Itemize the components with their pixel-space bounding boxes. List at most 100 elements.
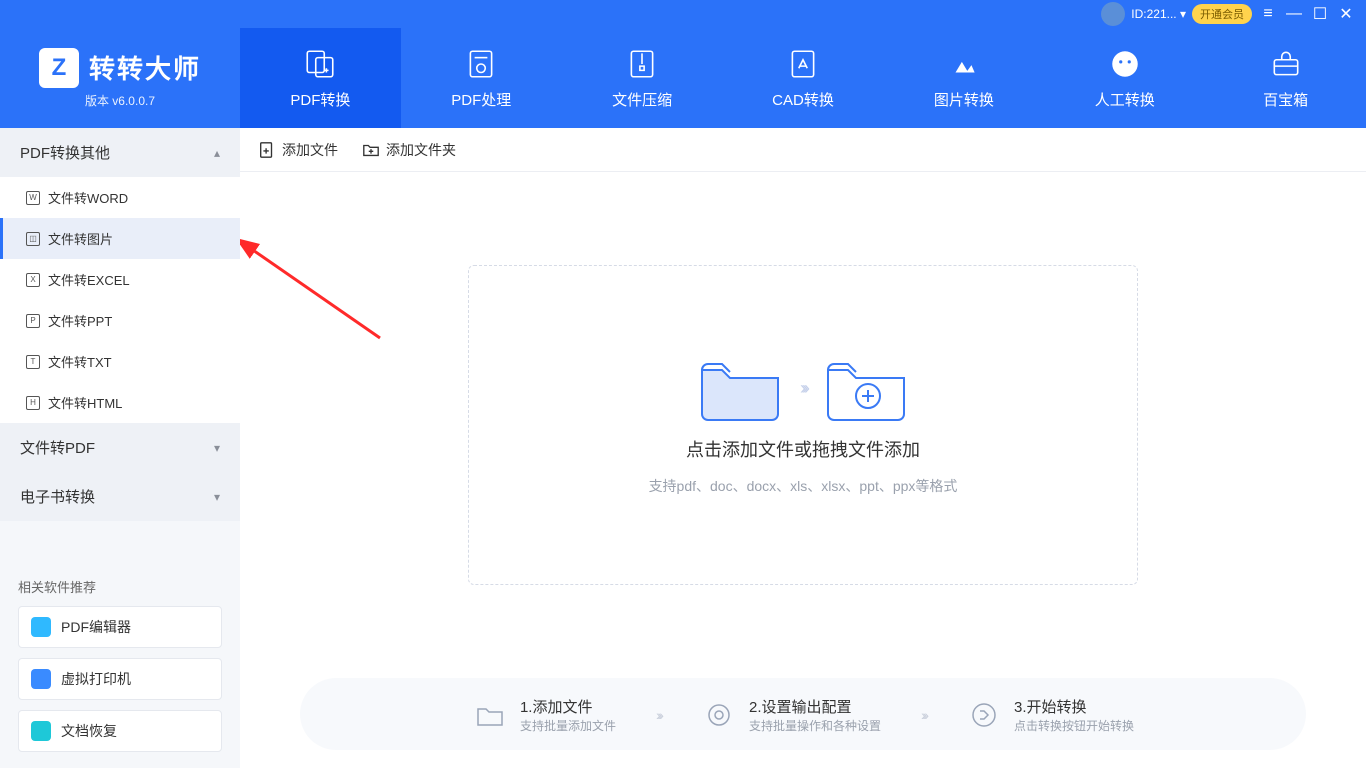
promo-label: 虚拟打印机 [61,669,131,689]
drop-sub-text: 支持pdf、doc、docx、xls、xlsx、ppt、ppx等格式 [649,476,958,496]
nav-manual[interactable]: 人工转换 [1044,28,1205,128]
drop-main-text: 点击添加文件或拖拽文件添加 [686,436,920,462]
html-icon: H [26,396,40,410]
promo-title: 相关软件推荐 [18,577,222,596]
step-title: 1.添加文件 [520,696,616,717]
sidebar-item-label: 文件转图片 [48,229,113,248]
top-nav: PDF转换 PDF处理 文件压缩 CAD转换 图片转换 人工转换 百宝箱 [240,28,1366,128]
step-title: 2.设置输出配置 [749,696,881,717]
nav-pdf-process[interactable]: PDF处理 [401,28,562,128]
add-folder-icon [362,141,380,159]
button-label: 添加文件 [282,140,338,160]
arrows-icon: ››› [800,378,806,399]
maximize-button[interactable]: ☐ [1310,4,1330,24]
sidebar-item-html[interactable]: H 文件转HTML [0,382,240,423]
toolbox-icon [1269,47,1303,81]
close-button[interactable]: ✕ [1336,4,1356,24]
nav-compress[interactable]: 文件压缩 [562,28,723,128]
app-title: 转转大师 [89,49,201,86]
steps-bar: 1.添加文件支持批量添加文件 ››› 2.设置输出配置支持批量操作和各种设置 ›… [300,678,1306,750]
image-file-icon: ◫ [26,232,40,246]
promo-area: 相关软件推荐 PDF编辑器 虚拟打印机 文档恢复 [0,565,240,768]
sidebar-item-label: 文件转WORD [48,188,128,207]
nav-label: CAD转换 [772,89,834,110]
folder-icon [698,354,782,422]
folder-add-icon [824,354,908,422]
promo-pdf-editor[interactable]: PDF编辑器 [18,606,222,648]
sidebar-item-ppt[interactable]: P 文件转PPT [0,300,240,341]
chevron-down-icon: ▾ [214,441,220,455]
section-title: 文件转PDF [20,437,95,458]
nav-cad[interactable]: CAD转换 [723,28,884,128]
promo-label: 文档恢复 [61,721,117,741]
step-convert-icon [966,697,1002,733]
section-pdf-to-other[interactable]: PDF转换其他 ▴ [0,128,240,177]
sidebar-item-txt[interactable]: T 文件转TXT [0,341,240,382]
pdf-convert-icon [303,47,337,81]
nav-pdf-convert[interactable]: PDF转换 [240,28,401,128]
txt-icon: T [26,355,40,369]
nav-label: 人工转换 [1095,89,1155,110]
nav-image[interactable]: 图片转换 [883,28,1044,128]
button-label: 添加文件夹 [386,140,456,160]
printer-icon [31,669,51,689]
excel-icon: X [26,273,40,287]
image-icon [947,47,981,81]
compress-icon [625,47,659,81]
ppt-icon: P [26,314,40,328]
step-3: 3.开始转换点击转换按钮开始转换 [966,696,1134,734]
version-label: 版本 v6.0.0.7 [85,92,155,109]
sidebar-item-label: 文件转PPT [48,311,112,330]
add-file-button[interactable]: 添加文件 [258,140,338,160]
word-icon: W [26,191,40,205]
nav-label: PDF转换 [290,89,350,110]
sidebar: PDF转换其他 ▴ W 文件转WORD ◫ 文件转图片 X 文件转EXCEL P 文件转… [0,128,240,768]
chevron-down-icon: ▾ [214,490,220,504]
section-ebook[interactable]: 电子书转换 ▾ [0,472,240,521]
chevron-up-icon: ▴ [214,146,220,160]
sidebar-item-label: 文件转TXT [48,352,112,371]
section-to-pdf[interactable]: 文件转PDF ▾ [0,423,240,472]
sidebar-item-label: 文件转HTML [48,393,122,412]
minimize-button[interactable]: — [1284,5,1304,23]
pdf-editor-icon [31,617,51,637]
header: Z 转转大师 版本 v6.0.0.7 PDF转换 PDF处理 文件压缩 CAD转… [0,28,1366,128]
promo-label: PDF编辑器 [61,617,131,637]
step-sub: 支持批量操作和各种设置 [749,717,881,734]
drop-zone[interactable]: ››› 点击添加文件或拖拽文件添加 支持pdf、doc、docx、xls、xls… [468,265,1138,585]
toolbar: 添加文件 添加文件夹 [240,128,1366,172]
step-2: 2.设置输出配置支持批量操作和各种设置 [701,696,881,734]
menu-button[interactable]: ≡ [1258,5,1278,23]
main: 添加文件 添加文件夹 ››› 点击添加文件或拖拽文件添加 支持pdf、doc、d… [240,128,1366,768]
step-1: 1.添加文件支持批量添加文件 [472,696,616,734]
sidebar-item-image[interactable]: ◫ 文件转图片 [0,218,240,259]
user-id[interactable]: ID:221... ▾ [1131,7,1186,21]
step-sep-icon: ››› [656,707,661,723]
recovery-icon [31,721,51,741]
nav-label: 文件压缩 [612,89,672,110]
add-file-icon [258,141,276,159]
sidebar-item-excel[interactable]: X 文件转EXCEL [0,259,240,300]
nav-label: PDF处理 [451,89,511,110]
promo-recovery[interactable]: 文档恢复 [18,710,222,752]
pdf-process-icon [464,47,498,81]
sidebar-item-word[interactable]: W 文件转WORD [0,177,240,218]
step-gear-icon [701,697,737,733]
add-folder-button[interactable]: 添加文件夹 [362,140,456,160]
vip-badge[interactable]: 开通会员 [1192,4,1252,24]
titlebar: ID:221... ▾ 开通会员 ≡ — ☐ ✕ [0,0,1366,28]
brand: Z 转转大师 版本 v6.0.0.7 [0,28,240,128]
drop-area: ››› 点击添加文件或拖拽文件添加 支持pdf、doc、docx、xls、xls… [240,172,1366,678]
promo-printer[interactable]: 虚拟打印机 [18,658,222,700]
manual-icon [1108,47,1142,81]
logo-icon: Z [39,48,79,88]
nav-label: 百宝箱 [1263,89,1308,110]
section-title: 电子书转换 [20,486,95,507]
step-sep-icon: ››› [921,707,926,723]
cad-icon [786,47,820,81]
nav-toolbox[interactable]: 百宝箱 [1205,28,1366,128]
sidebar-item-label: 文件转EXCEL [48,270,130,289]
step-sub: 支持批量添加文件 [520,717,616,734]
avatar[interactable] [1101,2,1125,26]
step-sub: 点击转换按钮开始转换 [1014,717,1134,734]
